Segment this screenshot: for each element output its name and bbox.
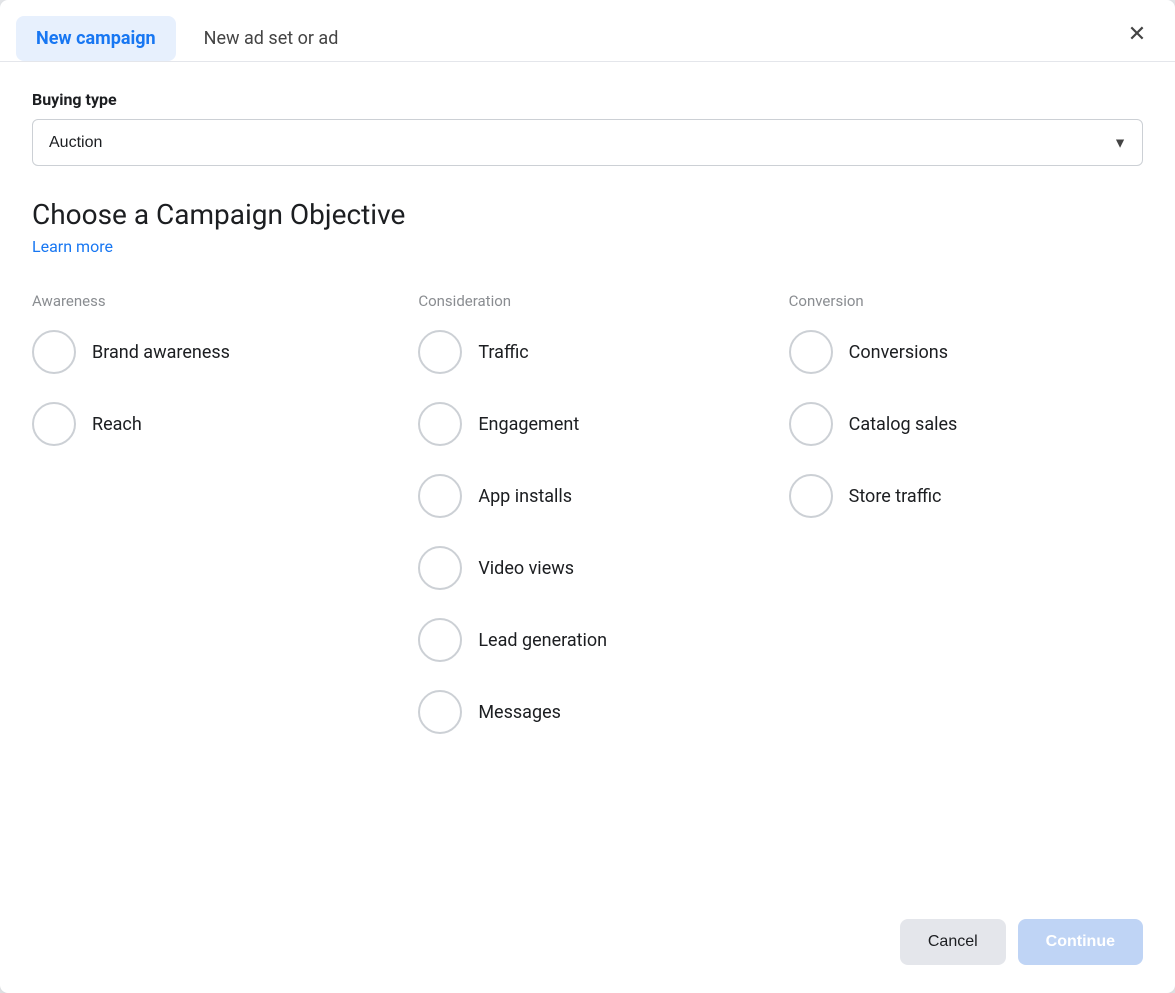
conversion-heading: Conversion bbox=[789, 292, 1127, 310]
consideration-column: Consideration Traffic Engagement App ins… bbox=[402, 292, 772, 762]
objective-brand-awareness[interactable]: Brand awareness bbox=[32, 330, 386, 374]
label-catalog-sales: Catalog sales bbox=[849, 414, 958, 435]
objective-messages[interactable]: Messages bbox=[418, 690, 756, 734]
label-conversions: Conversions bbox=[849, 342, 948, 363]
tab-new-campaign[interactable]: New campaign bbox=[16, 16, 176, 61]
objective-video-views[interactable]: Video views bbox=[418, 546, 756, 590]
label-brand-awareness: Brand awareness bbox=[92, 342, 230, 363]
radio-engagement[interactable] bbox=[418, 402, 462, 446]
label-messages: Messages bbox=[478, 702, 561, 723]
modal-header: New campaign New ad set or ad ✕ bbox=[0, 0, 1175, 61]
objective-app-installs[interactable]: App installs bbox=[418, 474, 756, 518]
consideration-heading: Consideration bbox=[418, 292, 756, 310]
objective-catalog-sales[interactable]: Catalog sales bbox=[789, 402, 1127, 446]
radio-messages[interactable] bbox=[418, 690, 462, 734]
radio-store-traffic[interactable] bbox=[789, 474, 833, 518]
learn-more-link[interactable]: Learn more bbox=[32, 237, 113, 256]
objective-traffic[interactable]: Traffic bbox=[418, 330, 756, 374]
label-app-installs: App installs bbox=[478, 486, 572, 507]
label-video-views: Video views bbox=[478, 558, 574, 579]
section-title: Choose a Campaign Objective bbox=[32, 198, 1143, 231]
label-store-traffic: Store traffic bbox=[849, 486, 942, 507]
radio-reach[interactable] bbox=[32, 402, 76, 446]
tab-new-ad-set[interactable]: New ad set or ad bbox=[184, 16, 359, 61]
objective-reach[interactable]: Reach bbox=[32, 402, 386, 446]
modal-container: New campaign New ad set or ad ✕ Buying t… bbox=[0, 0, 1175, 993]
objective-conversions[interactable]: Conversions bbox=[789, 330, 1127, 374]
modal-footer: Cancel Continue bbox=[0, 903, 1175, 993]
buying-type-select-wrapper: Auction Reach and Frequency ▼ bbox=[32, 119, 1143, 166]
modal-body: Buying type Auction Reach and Frequency … bbox=[0, 62, 1175, 903]
awareness-column: Awareness Brand awareness Reach bbox=[32, 292, 402, 762]
radio-conversions[interactable] bbox=[789, 330, 833, 374]
label-traffic: Traffic bbox=[478, 342, 528, 363]
radio-lead-generation[interactable] bbox=[418, 618, 462, 662]
conversion-column: Conversion Conversions Catalog sales Sto… bbox=[773, 292, 1143, 762]
awareness-heading: Awareness bbox=[32, 292, 386, 310]
objective-lead-generation[interactable]: Lead generation bbox=[418, 618, 756, 662]
objectives-grid: Awareness Brand awareness Reach Consider… bbox=[32, 292, 1143, 762]
label-lead-generation: Lead generation bbox=[478, 630, 607, 651]
objective-store-traffic[interactable]: Store traffic bbox=[789, 474, 1127, 518]
buying-type-label: Buying type bbox=[32, 90, 1143, 109]
objective-engagement[interactable]: Engagement bbox=[418, 402, 756, 446]
radio-brand-awareness[interactable] bbox=[32, 330, 76, 374]
radio-traffic[interactable] bbox=[418, 330, 462, 374]
cancel-button[interactable]: Cancel bbox=[900, 919, 1006, 965]
radio-catalog-sales[interactable] bbox=[789, 402, 833, 446]
continue-button[interactable]: Continue bbox=[1018, 919, 1143, 965]
radio-video-views[interactable] bbox=[418, 546, 462, 590]
label-reach: Reach bbox=[92, 414, 142, 435]
label-engagement: Engagement bbox=[478, 414, 579, 435]
buying-type-select[interactable]: Auction Reach and Frequency bbox=[32, 119, 1143, 166]
radio-app-installs[interactable] bbox=[418, 474, 462, 518]
close-button[interactable]: ✕ bbox=[1119, 16, 1155, 52]
close-icon: ✕ bbox=[1128, 21, 1146, 47]
